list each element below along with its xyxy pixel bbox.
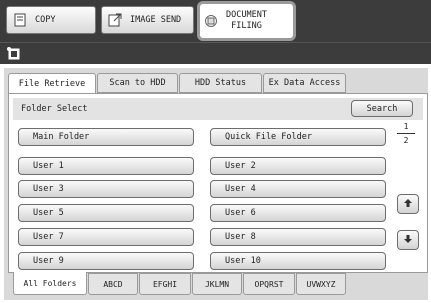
mode-bar: COPY IMAGE SEND DOCUMENT FILING [0,0,431,42]
quick-file-folder-button[interactable]: Quick File Folder [210,128,386,146]
user-folder-button[interactable]: User 9 [18,252,194,270]
total-pages: 2 [403,136,409,145]
user-folder-button[interactable]: User 4 [210,180,386,198]
user-folder-button[interactable]: User 3 [18,180,194,198]
tab-scan-to-hdd[interactable]: Scan to HDD [97,73,178,93]
user-folder-button[interactable]: User 2 [210,157,386,175]
folder-select-label: Folder Select [21,104,88,114]
copy-mode-label: COPY [35,15,56,25]
file-retrieve-panel: File Retrieve Scan to HDD HDD Status Ex … [4,68,428,300]
user-folder-button[interactable]: User 8 [210,228,386,246]
document-filing-mode-button[interactable]: DOCUMENT FILING [197,1,296,41]
user-folder-button[interactable]: User 5 [18,204,194,222]
main-folder-button[interactable]: Main Folder [18,128,194,146]
arrow-up-icon [403,198,413,211]
tab-abcd[interactable]: ABCD [88,273,138,295]
page-up-button[interactable] [397,194,419,214]
tab-all-folders[interactable]: All Folders [13,272,87,295]
page-indicator: 1 2 [395,122,417,145]
user-folder-button[interactable]: User 1 [18,157,194,175]
current-page: 1 [403,122,409,131]
tab-file-retrieve[interactable]: File Retrieve [8,73,96,94]
tab-opqrst[interactable]: OPQRST [243,273,295,295]
copy-mode-button[interactable]: COPY [6,6,96,34]
user-folder-button[interactable]: User 10 [210,252,386,270]
user-folder-button[interactable]: User 6 [210,204,386,222]
tab-efghi[interactable]: EFGHI [139,273,191,295]
page-down-button[interactable] [397,230,419,250]
document-filing-small-icon [6,46,22,62]
image-send-mode-label: IMAGE SEND [130,15,182,25]
sub-bar [0,42,431,64]
document-filing-icon [204,14,218,28]
image-send-icon [108,13,122,27]
search-button[interactable]: Search [351,100,413,117]
tab-uvwxyz[interactable]: UVWXYZ [296,273,346,295]
user-folder-button[interactable]: User 7 [18,228,194,246]
copy-icon [13,13,27,27]
image-send-mode-button[interactable]: IMAGE SEND [101,6,194,34]
arrow-down-icon [403,234,413,247]
tab-jklmn[interactable]: JKLMN [192,273,242,295]
tab-ex-data-access[interactable]: Ex Data Access [263,73,346,93]
folder-content-area: Folder Select Search Main Folder Quick F… [8,93,428,273]
tab-hdd-status[interactable]: HDD Status [179,73,262,93]
document-filing-label: DOCUMENT FILING [226,10,267,31]
